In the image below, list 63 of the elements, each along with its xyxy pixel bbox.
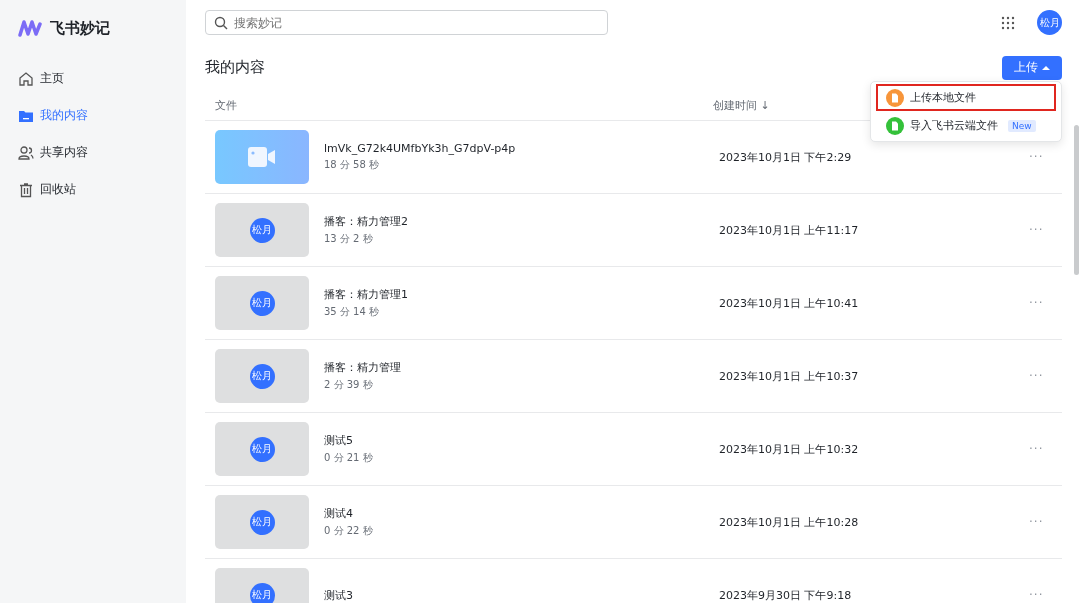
more-button[interactable]: ··· xyxy=(1029,223,1044,237)
home-icon xyxy=(18,70,34,87)
sidebar-item[interactable]: 回收站 xyxy=(18,171,168,208)
video-thumbnail[interactable] xyxy=(215,130,309,184)
upload-button[interactable]: 上传 xyxy=(1002,55,1062,80)
people-icon xyxy=(18,144,34,161)
thumbnail[interactable]: 松月 xyxy=(215,422,309,476)
user-avatar: 松月 xyxy=(249,217,275,243)
logo-icon xyxy=(18,19,44,37)
file-name[interactable]: lmVk_G72k4UMfbYk3h_G7dpV-p4p xyxy=(324,142,719,155)
thumbnail[interactable]: 松月 xyxy=(215,349,309,403)
file-name[interactable]: 测试4 xyxy=(324,506,719,521)
more-button[interactable]: ··· xyxy=(1029,369,1044,383)
menu-item[interactable]: 上传本地文件 xyxy=(876,84,1056,111)
duration: 0 分 21 秒 xyxy=(324,451,374,465)
user-avatar: 松月 xyxy=(249,363,275,389)
trash-icon xyxy=(18,181,34,198)
file-name[interactable]: 播客：精力管理2 xyxy=(324,214,719,229)
search-icon xyxy=(214,16,228,30)
app-name: 飞书妙记 xyxy=(50,18,110,38)
page-title: 我的内容 xyxy=(205,58,265,77)
caret-icon xyxy=(1042,64,1050,71)
created-time: 2023年10月1日 上午10:32 xyxy=(719,441,860,457)
user-avatar[interactable]: 松月 xyxy=(1037,10,1062,35)
created-time: 2023年9月30日 下午9:18 xyxy=(719,587,853,603)
menu-item[interactable]: 导入飞书云端文件 New xyxy=(876,112,1056,139)
duration: 0 分 22 秒 xyxy=(324,524,374,538)
thumbnail[interactable]: 松月 xyxy=(215,495,309,549)
created-time: 2023年10月1日 上午10:41 xyxy=(719,295,860,311)
file-name[interactable]: 播客：精力管理1 xyxy=(324,287,719,302)
user-avatar: 松月 xyxy=(249,436,275,462)
column-header[interactable]: 创建时间 ↓ xyxy=(713,97,770,113)
duration: 13 分 2 秒 xyxy=(324,232,374,246)
user-avatar: 松月 xyxy=(249,290,275,316)
created-time: 2023年10月1日 下午2:29 xyxy=(719,149,853,165)
scrollbar[interactable] xyxy=(1074,125,1079,275)
sidebar-item[interactable]: 共享内容 xyxy=(18,134,168,171)
duration: 18 分 58 秒 xyxy=(324,158,380,172)
file-name[interactable]: 测试3 xyxy=(324,587,719,603)
more-button[interactable]: ··· xyxy=(1029,588,1044,602)
sidebar-item[interactable]: 主页 xyxy=(18,60,168,97)
column-header: 文件 xyxy=(215,97,238,113)
user-avatar: 松月 xyxy=(249,509,275,535)
thumbnail[interactable]: 松月 xyxy=(215,203,309,257)
more-button[interactable]: ··· xyxy=(1029,150,1044,164)
thumbnail[interactable]: 松月 xyxy=(215,276,309,330)
thumbnail[interactable]: 松月 xyxy=(215,568,309,603)
created-time: 2023年10月1日 上午11:17 xyxy=(719,222,860,238)
created-time: 2023年10月1日 上午10:37 xyxy=(719,368,860,384)
more-button[interactable]: ··· xyxy=(1029,296,1044,310)
file-name[interactable]: 播客：精力管理 xyxy=(324,360,719,375)
user-avatar: 松月 xyxy=(249,582,275,603)
search-field[interactable]: 搜索妙记 xyxy=(205,10,608,35)
sidebar-item[interactable]: 我的内容 xyxy=(18,97,168,134)
apps-grid-icon[interactable] xyxy=(1001,15,1015,30)
new-badge: New xyxy=(1008,119,1036,132)
file-name[interactable]: 测试5 xyxy=(324,433,719,448)
video-camera-icon xyxy=(248,147,276,167)
more-button[interactable]: ··· xyxy=(1029,442,1044,456)
duration: 2 分 39 秒 xyxy=(324,378,374,392)
created-time: 2023年10月1日 上午10:28 xyxy=(719,514,860,530)
duration: 35 分 14 秒 xyxy=(324,305,380,319)
more-button[interactable]: ··· xyxy=(1029,515,1044,529)
